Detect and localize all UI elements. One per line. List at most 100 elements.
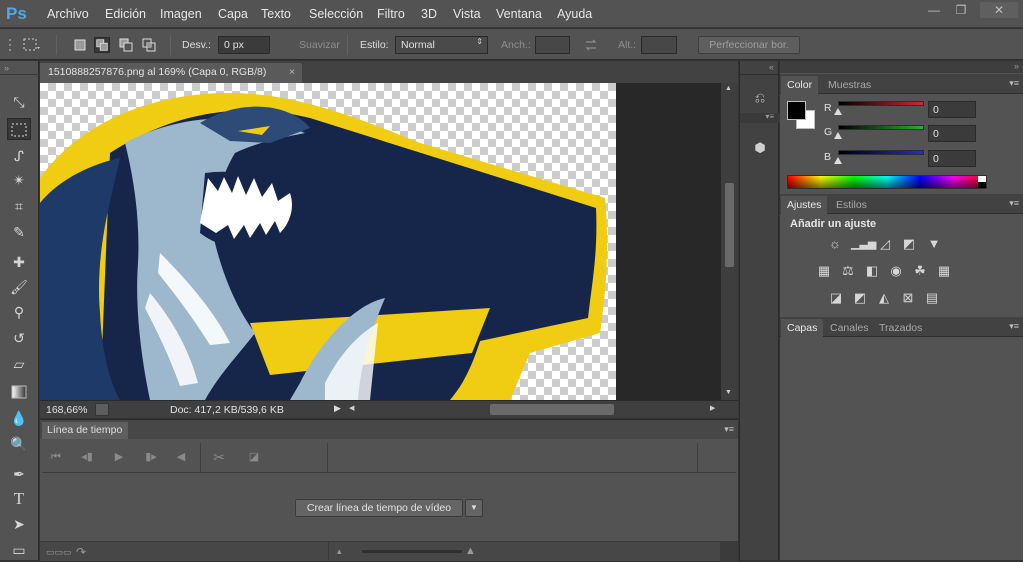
collapse-arrows-icon[interactable]: »	[4, 63, 9, 73]
zoom-out-mountain-icon[interactable]: ▴	[337, 546, 342, 557]
zoom-level[interactable]: 168,66%	[46, 404, 87, 416]
refine-edge-button[interactable]: Perfeccionar bor.	[698, 36, 800, 54]
layers-list[interactable]	[780, 338, 1023, 560]
menu-archivo[interactable]: Archivo	[47, 7, 89, 21]
exposure-icon[interactable]: ◩	[900, 235, 918, 253]
menu-seleccion[interactable]: Selección	[309, 7, 363, 21]
tab-ajustes[interactable]: Ajustes	[781, 196, 828, 214]
tab-capas[interactable]: Capas	[781, 319, 824, 337]
path-selection-tool-icon[interactable]: ➤	[7, 513, 31, 535]
blue-slider-knob[interactable]	[834, 157, 842, 164]
stamp-tool-icon[interactable]: ⚲	[7, 301, 31, 323]
vertical-scrollbar[interactable]: ▲ ▼	[721, 83, 738, 400]
canvas-area[interactable]	[40, 83, 721, 400]
width-input[interactable]	[535, 36, 570, 54]
feather-input[interactable]: 0 px	[218, 36, 270, 54]
channel-mixer-icon[interactable]: ☘	[911, 262, 929, 280]
pen-tool-icon[interactable]: ✒	[7, 463, 31, 485]
render-video-icon[interactable]: ↷	[76, 545, 86, 559]
swap-icon[interactable]	[583, 37, 599, 53]
intersect-selection-icon[interactable]	[141, 37, 157, 53]
close-window-button[interactable]: ✕	[980, 2, 1018, 18]
panel-menu-icon[interactable]: ▾≡	[765, 112, 774, 121]
play-icon[interactable]: ▶	[110, 449, 128, 465]
audio-icon[interactable]: ◀	[172, 449, 190, 465]
menu-filtro[interactable]: Filtro	[377, 7, 405, 21]
green-slider-knob[interactable]	[834, 132, 842, 139]
previous-frame-icon[interactable]: ◂▮	[78, 449, 96, 465]
type-tool-icon[interactable]: T	[7, 488, 31, 510]
invert-icon[interactable]: ◪	[827, 289, 845, 307]
scroll-right-arrow-icon[interactable]: ▶	[710, 404, 715, 412]
scroll-left-arrow-icon[interactable]: ◀	[349, 404, 354, 412]
history-brush-tool-icon[interactable]: ↺	[7, 327, 31, 349]
red-value-input[interactable]: 0	[928, 101, 976, 118]
menu-texto[interactable]: Texto	[261, 7, 291, 21]
blur-tool-icon[interactable]: 💧	[7, 407, 31, 429]
history-panel-icon[interactable]: ⎌	[750, 88, 770, 108]
transition-icon[interactable]: ◪	[245, 449, 263, 465]
gradient-tool-icon[interactable]	[7, 381, 31, 403]
frame-mode-icon[interactable]: ▭▭▭	[46, 547, 72, 558]
hue-saturation-icon[interactable]: ▦	[815, 262, 833, 280]
minimize-button[interactable]: —	[921, 2, 947, 18]
dodge-tool-icon[interactable]: 🔍	[7, 433, 31, 455]
gradient-map-icon[interactable]: ▤	[923, 289, 941, 307]
curves-icon[interactable]: ◿	[876, 235, 894, 253]
green-value-input[interactable]: 0	[928, 125, 976, 142]
document-canvas[interactable]	[40, 83, 616, 400]
restore-button[interactable]: ❐	[948, 2, 974, 18]
status-menu-icon[interactable]	[95, 403, 109, 416]
panel-menu-icon[interactable]: ▾≡	[724, 424, 734, 435]
panel-menu-icon[interactable]: ▾≡	[1009, 78, 1019, 89]
zoom-slider[interactable]	[362, 550, 462, 553]
height-input[interactable]	[641, 36, 677, 54]
timeline-mode-dropdown[interactable]: ▼	[465, 499, 483, 517]
panel-menu-icon[interactable]: ▾≡	[1009, 198, 1019, 209]
3d-panel-icon[interactable]: ⬢	[750, 138, 770, 158]
blue-slider[interactable]	[838, 150, 924, 155]
healing-brush-tool-icon[interactable]: ✚	[7, 251, 31, 273]
next-frame-icon[interactable]: ▮▸	[142, 449, 160, 465]
timeline-tab[interactable]: Línea de tiempo	[42, 422, 128, 439]
crop-tool-icon[interactable]: ⌗	[7, 195, 31, 217]
zoom-in-mountain-icon[interactable]: ▲	[465, 545, 476, 557]
vertical-scroll-thumb[interactable]	[725, 183, 734, 267]
black-white-icon[interactable]: ◧	[863, 262, 881, 280]
marquee-preset-icon[interactable]	[22, 37, 42, 53]
threshold-icon[interactable]: ◭	[875, 289, 893, 307]
foreground-color-swatch[interactable]	[787, 101, 806, 120]
document-tab[interactable]: 1510888257876.png al 169% (Capa 0, RGB/8…	[40, 63, 302, 83]
move-tool-icon[interactable]: ⤡	[7, 91, 31, 113]
status-expand-arrow-icon[interactable]: ▶	[334, 403, 346, 416]
menu-ayuda[interactable]: Ayuda	[557, 7, 592, 21]
color-spectrum-bar[interactable]	[787, 175, 987, 189]
scroll-up-arrow-icon[interactable]: ▲	[725, 85, 732, 92]
photo-filter-icon[interactable]: ◉	[887, 262, 905, 280]
close-document-icon[interactable]: ×	[289, 66, 295, 78]
color-lookup-icon[interactable]: ▦	[935, 262, 953, 280]
lasso-tool-icon[interactable]: ᔑ	[7, 145, 31, 167]
style-select[interactable]: Normal ⇕	[395, 36, 488, 54]
subtract-from-selection-icon[interactable]	[118, 37, 134, 53]
green-slider[interactable]	[838, 125, 924, 130]
new-selection-icon[interactable]	[72, 37, 88, 53]
add-to-selection-icon[interactable]	[94, 37, 110, 53]
levels-icon[interactable]: ▁▃▅	[851, 235, 876, 253]
menu-edicion[interactable]: Edición	[105, 7, 146, 21]
red-slider-knob[interactable]	[834, 108, 842, 115]
scroll-down-arrow-icon[interactable]: ▼	[725, 389, 732, 396]
eraser-tool-icon[interactable]: ▱	[7, 353, 31, 375]
menu-imagen[interactable]: Imagen	[160, 7, 202, 21]
tab-muestras[interactable]: Muestras	[822, 76, 877, 94]
menu-3d[interactable]: 3D	[421, 7, 437, 21]
tab-color[interactable]: Color	[781, 76, 819, 94]
shape-tool-icon[interactable]: ▭	[7, 539, 31, 561]
magic-wand-tool-icon[interactable]: ✴	[7, 169, 31, 191]
tab-estilos[interactable]: Estilos	[830, 196, 873, 214]
collapse-arrows-icon[interactable]: »	[1014, 61, 1019, 71]
posterize-icon[interactable]: ◩	[851, 289, 869, 307]
split-scissors-icon[interactable]: ✂	[210, 449, 228, 465]
red-slider[interactable]	[838, 101, 924, 106]
tab-trazados[interactable]: Trazados	[873, 319, 928, 337]
